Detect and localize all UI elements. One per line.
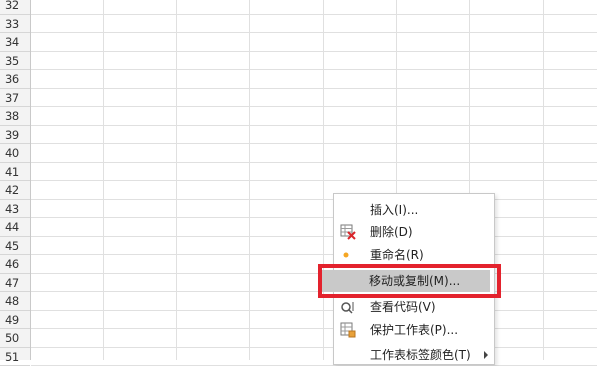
row-gridline: [31, 273, 597, 274]
row-gridline: [31, 14, 597, 15]
view-code-icon: [340, 299, 356, 315]
row-gridline: [31, 106, 597, 107]
row-gridline: [31, 162, 597, 163]
row-gridline: [31, 199, 597, 200]
row-gridline: [31, 88, 597, 89]
row-header[interactable]: 39: [0, 126, 30, 145]
menu-item-rename[interactable]: 重命名(R): [335, 244, 493, 266]
menu-item-view-code-label: 查看代码(V): [370, 296, 436, 318]
row-header[interactable]: 42: [0, 181, 30, 200]
row-header[interactable]: 44: [0, 218, 30, 237]
row-gridline: [31, 347, 597, 348]
row-gridline: [31, 217, 597, 218]
menu-item-protect-sheet-label: 保护工作表(P)...: [370, 319, 458, 341]
row-header[interactable]: 41: [0, 163, 30, 182]
row-header[interactable]: 34: [0, 33, 30, 52]
protect-sheet-icon: [340, 322, 356, 338]
row-gridline: [31, 236, 597, 237]
row-header[interactable]: 37: [0, 89, 30, 108]
menu-item-rename-label: 重命名(R): [370, 244, 424, 266]
column-gridline: [543, 0, 544, 360]
row-header[interactable]: 43: [0, 200, 30, 219]
row-gridline: [31, 32, 597, 33]
row-header[interactable]: 36: [0, 70, 30, 89]
row-gridline: [31, 180, 597, 181]
rename-dot-icon: [340, 247, 356, 263]
menu-item-protect-sheet[interactable]: 保护工作表(P)...: [335, 319, 493, 341]
row-gridline: [31, 51, 597, 52]
row-header[interactable]: 47: [0, 274, 30, 293]
column-gridline: [249, 0, 250, 360]
row-gridline: [31, 254, 597, 255]
row-header[interactable]: 33: [0, 15, 30, 34]
menu-item-insert-label: 插入(I)...: [370, 199, 418, 221]
row-header[interactable]: 35: [0, 52, 30, 71]
menu-item-tab-color[interactable]: 工作表标签颜色(T): [335, 344, 493, 366]
row-header-column: 3233343536373839404142434445464748495051: [0, 0, 31, 360]
submenu-arrow-icon: [484, 351, 488, 359]
annotation-highlight-box: [318, 264, 501, 298]
menu-item-delete-label: 删除(D): [370, 221, 413, 243]
row-header[interactable]: 50: [0, 329, 30, 348]
row-gridline: [31, 291, 597, 292]
row-gridline: [31, 310, 597, 311]
column-gridline: [103, 0, 104, 360]
row-gridline: [31, 328, 597, 329]
row-header[interactable]: 46: [0, 255, 30, 274]
menu-item-view-code[interactable]: 查看代码(V): [335, 296, 493, 318]
menu-item-delete[interactable]: 删除(D): [335, 221, 493, 243]
delete-sheet-icon: [340, 224, 356, 240]
spreadsheet-grid[interactable]: 3233343536373839404142434445464748495051: [0, 0, 597, 360]
row-header[interactable]: 40: [0, 144, 30, 163]
row-header[interactable]: 48: [0, 292, 30, 311]
row-header[interactable]: 51: [0, 348, 30, 366]
row-gridline: [31, 69, 597, 70]
column-gridline: [176, 0, 177, 360]
row-header[interactable]: 32: [0, 0, 30, 15]
menu-item-tab-color-label: 工作表标签颜色(T): [370, 344, 471, 366]
row-header[interactable]: 45: [0, 237, 30, 256]
row-gridline: [31, 143, 597, 144]
row-header[interactable]: 38: [0, 107, 30, 126]
menu-item-insert[interactable]: 插入(I)...: [335, 199, 493, 221]
row-header[interactable]: 49: [0, 311, 30, 330]
column-gridline: [323, 0, 324, 360]
row-gridline: [31, 125, 597, 126]
